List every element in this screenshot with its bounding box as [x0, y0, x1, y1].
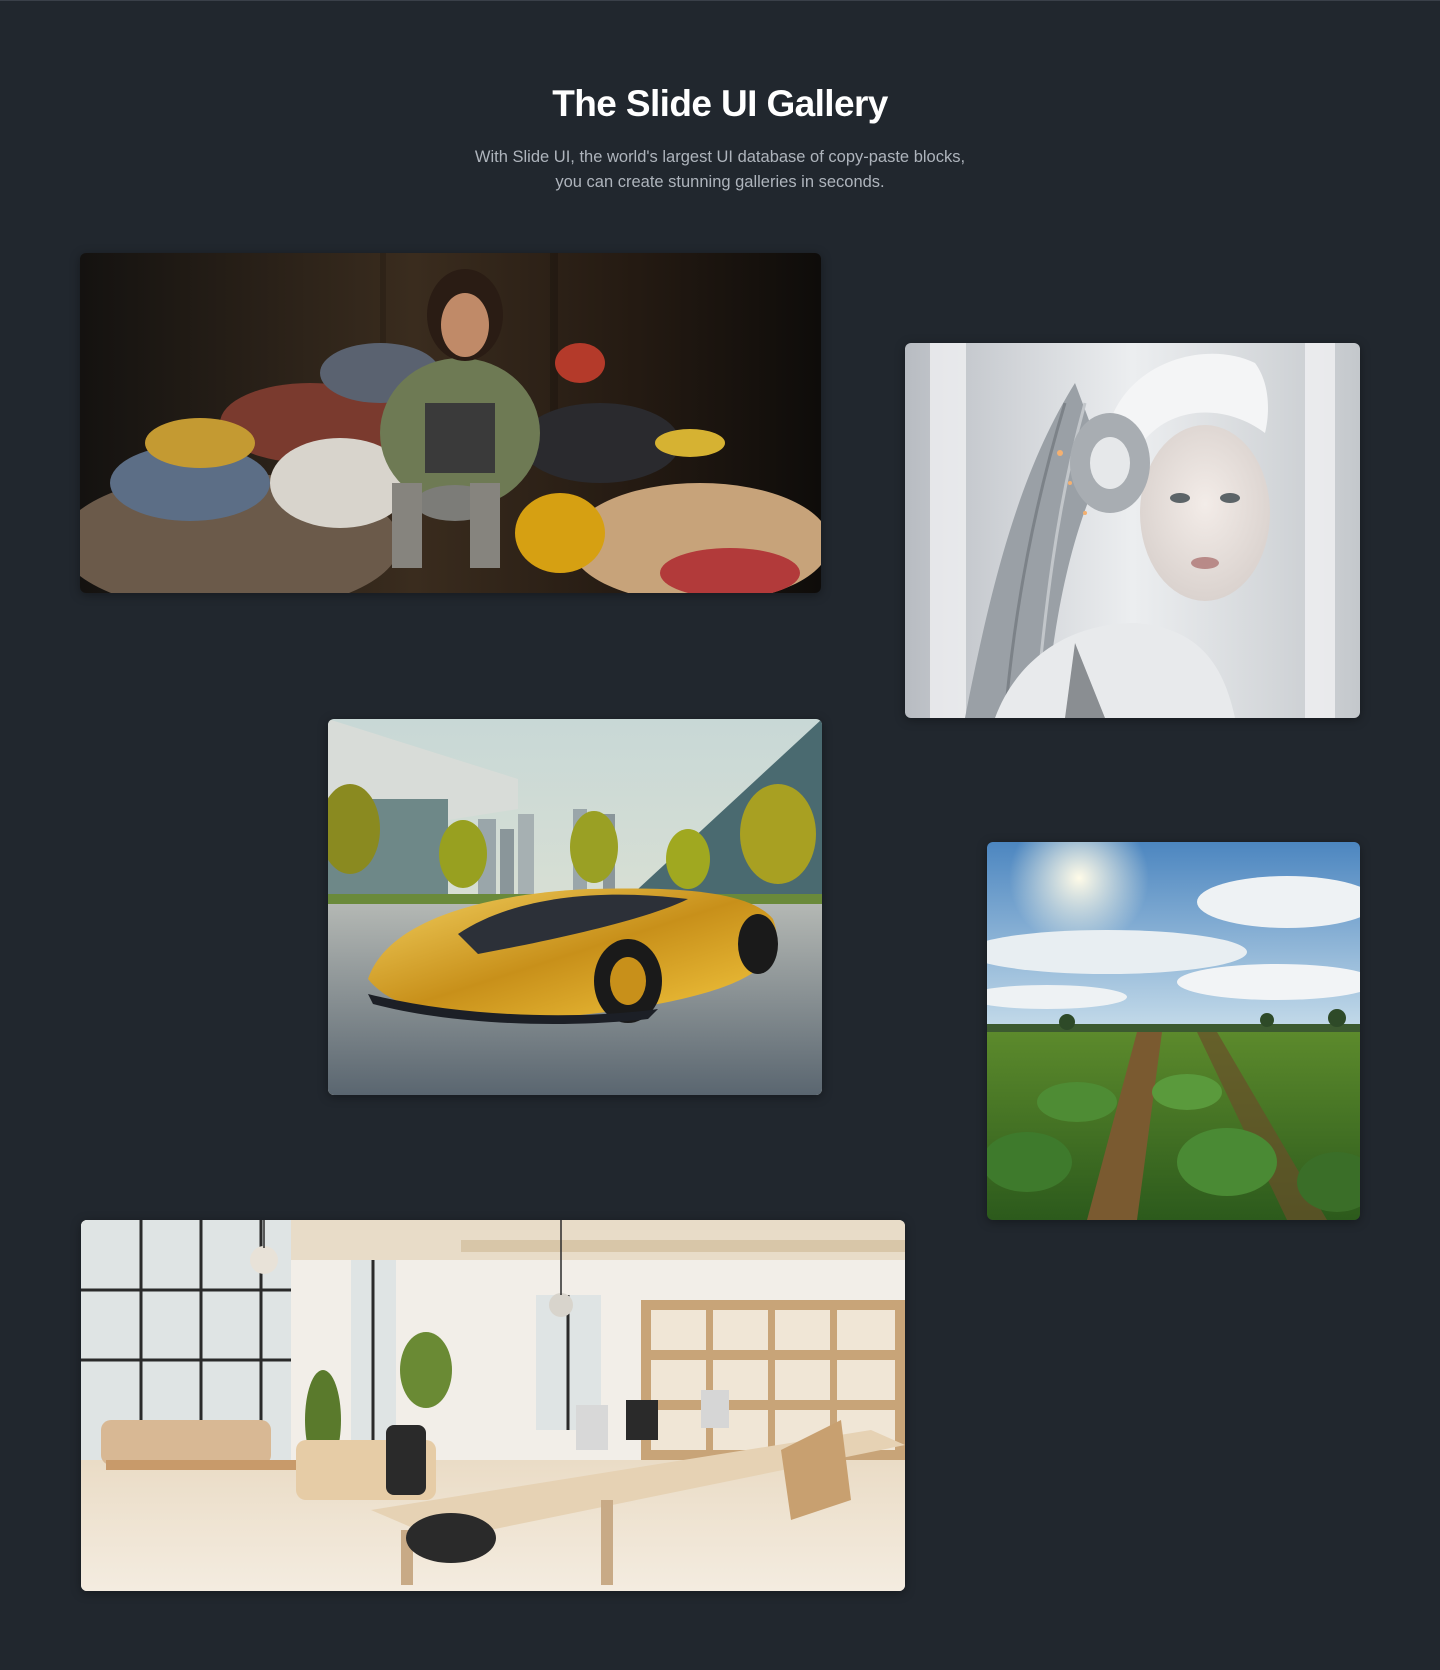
gallery-page: The Slide UI Gallery With Slide UI, the … [0, 0, 1440, 1670]
vegetable-field-image[interactable] [987, 842, 1360, 1220]
subtitle-line-1: With Slide UI, the world's largest UI da… [474, 148, 966, 166]
page-subtitle: With Slide UI, the world's largest UI da… [440, 145, 1000, 195]
golden-concept-car-image[interactable] [328, 719, 822, 1095]
gallery-header: The Slide UI Gallery With Slide UI, the … [0, 79, 1440, 195]
page-title: The Slide UI Gallery [552, 83, 888, 124]
woman-with-clothes-pile-image[interactable] [80, 253, 821, 593]
android-portrait-image[interactable] [905, 343, 1360, 718]
subtitle-line-2: you can create stunning galleries in sec… [555, 173, 885, 191]
bright-office-interior-image[interactable] [81, 1220, 905, 1591]
